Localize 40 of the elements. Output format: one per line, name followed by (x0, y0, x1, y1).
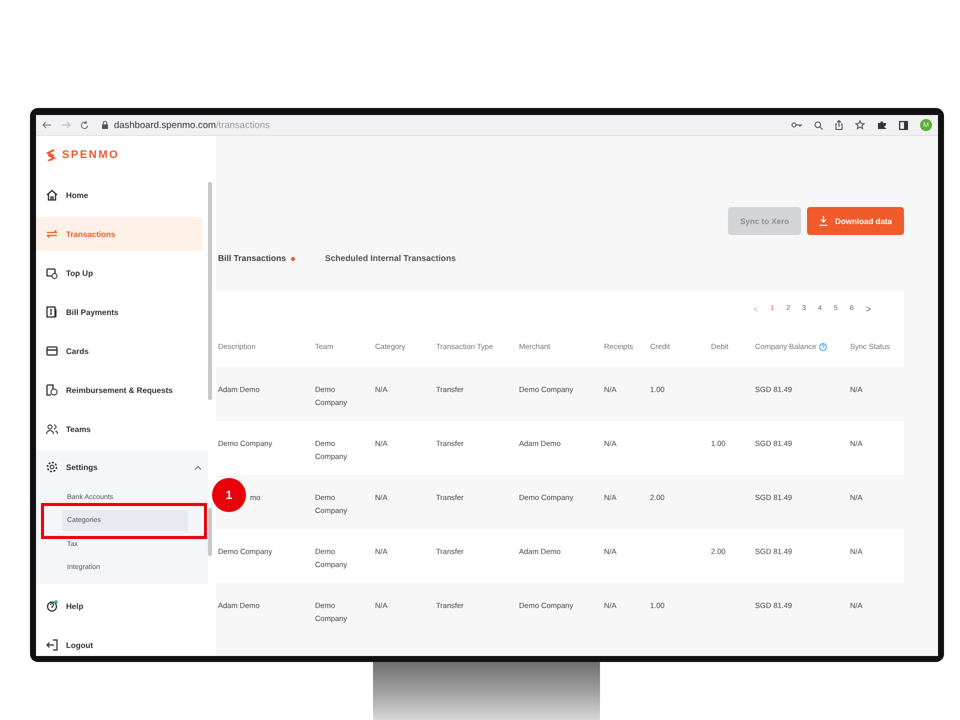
active-dot-icon (291, 257, 296, 261)
logout-icon (46, 639, 58, 651)
help-icon (46, 600, 58, 612)
lock-icon (102, 121, 108, 129)
address-bar[interactable]: dashboard.spenmo.com/transactions (102, 120, 270, 130)
nav-item[interactable]: Help (36, 589, 202, 623)
chevron-icon[interactable] (194, 464, 202, 470)
url-path: /transactions (216, 120, 270, 130)
share-icon[interactable] (835, 120, 843, 130)
nav-item[interactable]: Cards (36, 334, 202, 368)
nav-item[interactable]: Top Up (36, 256, 202, 290)
nav-item[interactable]: Teams (36, 412, 202, 446)
brand-name: SPENMO (62, 148, 120, 160)
nav-item[interactable]: Bill Payments (36, 295, 202, 329)
next-page[interactable]: > (866, 304, 871, 314)
search-icon[interactable] (814, 120, 823, 130)
url-host: dashboard.spenmo.com (114, 120, 216, 130)
gear-icon (46, 461, 58, 473)
scrollbar-thumb[interactable] (208, 182, 212, 400)
star-icon[interactable] (855, 120, 865, 130)
people-icon (46, 424, 58, 434)
nav-item[interactable]: Settings (36, 450, 208, 484)
key-icon[interactable] (791, 122, 802, 128)
nav-item[interactable]: Logout (36, 628, 202, 656)
sidebar-icon[interactable] (899, 120, 908, 130)
puzzle-icon[interactable] (877, 120, 887, 130)
arrows-icon (46, 230, 58, 238)
back-icon[interactable] (42, 121, 52, 129)
scrollbar-thumb[interactable] (208, 508, 212, 556)
tab[interactable]: Scheduled Internal Transactions (325, 235, 456, 291)
nav-item[interactable]: Reimbursement & Requests (36, 373, 202, 407)
nav-item[interactable]: Home (36, 178, 202, 212)
tab[interactable]: Bill Transactions (218, 235, 296, 291)
help-icon[interactable] (819, 342, 828, 350)
card-icon (46, 346, 58, 356)
logo-icon (46, 148, 56, 160)
home-icon (46, 189, 58, 201)
download-icon (819, 216, 828, 226)
download-button[interactable]: Download data (807, 207, 904, 235)
reload-icon[interactable] (80, 120, 89, 130)
